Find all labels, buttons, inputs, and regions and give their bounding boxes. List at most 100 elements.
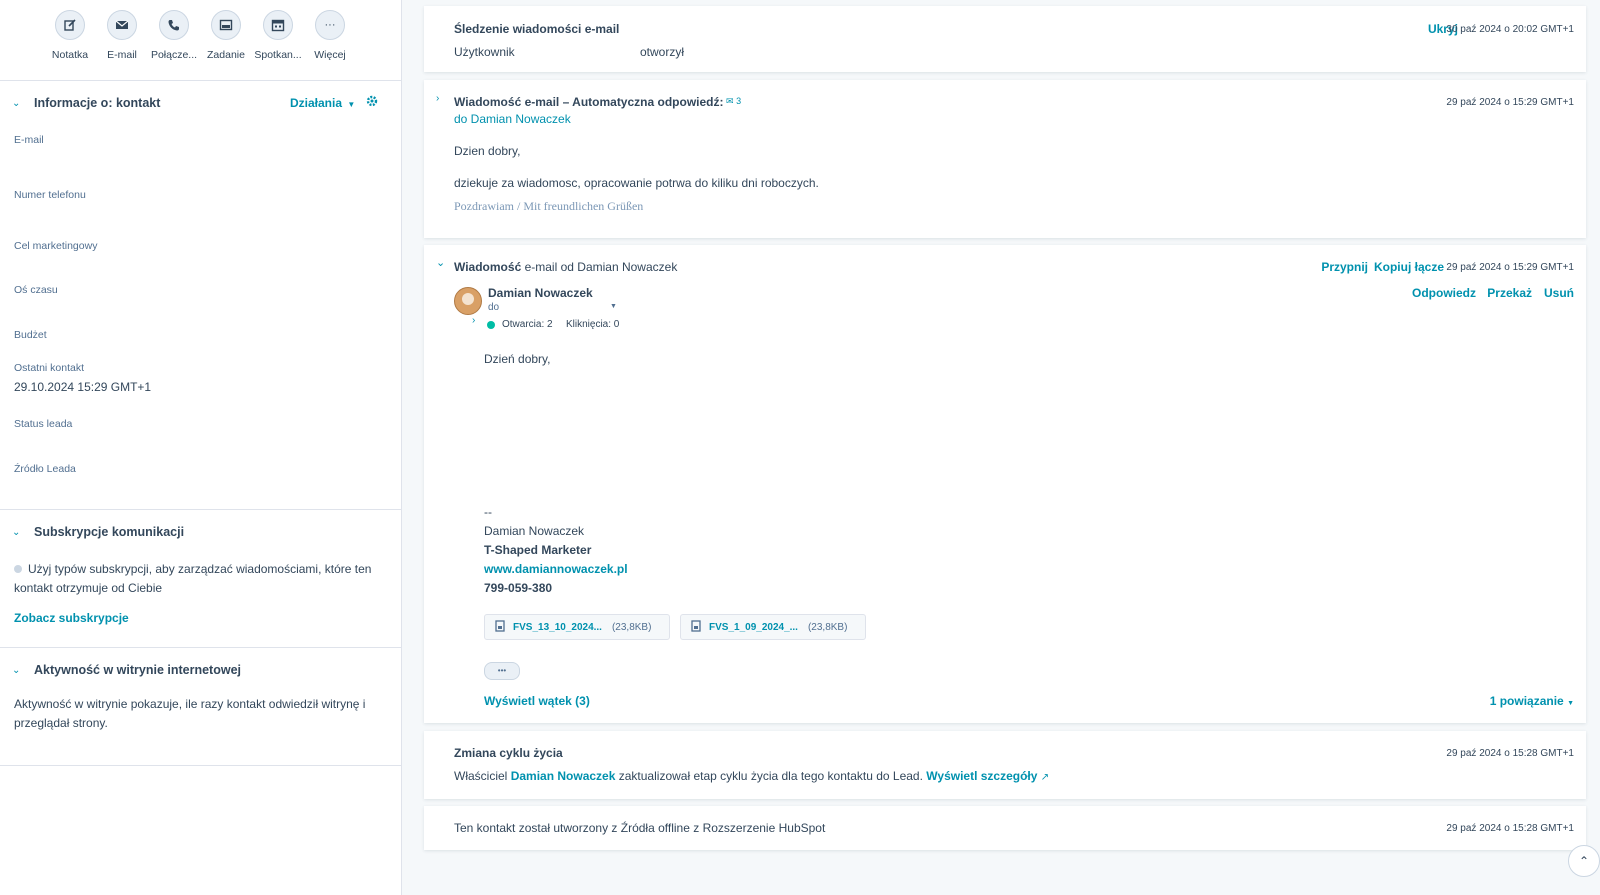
- task-button[interactable]: Zadanie: [200, 10, 252, 61]
- chevron-down-icon: ⌄: [12, 97, 21, 109]
- signature-name: Damian Nowaczek: [484, 524, 585, 538]
- tracking-action: otworzył: [640, 45, 685, 59]
- actions-dropdown[interactable]: Działania ▼: [290, 96, 355, 110]
- timestamp: 30 paź 2024 o 20:02 GMT+1: [1446, 24, 1574, 35]
- gear-icon[interactable]: [366, 95, 378, 110]
- view-details-link[interactable]: Wyświetl szczegóły: [926, 769, 1037, 783]
- chevron-down-icon: ⌄: [12, 526, 21, 538]
- task-icon: [211, 10, 241, 40]
- field-label-timeline: Oś czasu: [14, 284, 58, 296]
- more-button[interactable]: ··· Więcej: [304, 10, 356, 61]
- card-title[interactable]: Wiadomość e-mail – Automatyczna odpowied…: [454, 95, 723, 109]
- email-button[interactable]: E-mail: [96, 10, 148, 61]
- scroll-to-top-button[interactable]: ⌃: [1568, 845, 1600, 877]
- signature-website-link[interactable]: www.damiannowaczek.pl: [484, 562, 628, 576]
- chevron-up-icon: ⌃: [1578, 854, 1590, 868]
- associations-dropdown[interactable]: 1 powiązanie ▼: [1490, 694, 1574, 708]
- web-activity-header[interactable]: ⌄ Aktywność w witrynie internetowej: [12, 663, 241, 677]
- field-label-last-contact: Ostatni kontakt: [14, 362, 85, 374]
- field-label-phone: Numer telefonu: [14, 189, 86, 201]
- web-activity-text: Aktywność w witrynie pokazuje, ile razy …: [14, 695, 365, 733]
- body-line: Dzien dobry,: [454, 144, 521, 158]
- forward-button[interactable]: Przekaż: [1487, 286, 1532, 300]
- calendar-icon: [263, 10, 293, 40]
- field-value-last-contact[interactable]: 29.10.2024 15:29 GMT+1: [14, 380, 151, 394]
- view-thread-link[interactable]: Wyświetl wątek (3): [484, 694, 590, 708]
- tracking-user-label: Użytkownik: [454, 45, 515, 59]
- divider: [0, 765, 401, 766]
- call-button[interactable]: Połącze...: [148, 10, 200, 61]
- timestamp: 29 paź 2024 o 15:29 GMT+1: [1446, 262, 1574, 273]
- divider: [0, 509, 401, 510]
- subscriptions-header[interactable]: ⌄ Subskrypcje komunikacji: [12, 525, 184, 539]
- file-icon: [495, 619, 505, 635]
- status-dot: [14, 565, 22, 573]
- attachment-chip[interactable]: FVS_13_10_2024... (23,8KB): [484, 614, 670, 640]
- chevron-right-icon[interactable]: ›: [472, 315, 475, 326]
- auto-reply-card: › Wiadomość e-mail – Automatyczna odpowi…: [424, 80, 1586, 238]
- file-icon: [691, 619, 701, 635]
- divider: [0, 647, 401, 648]
- signature-phone: 799-059-380: [484, 581, 553, 595]
- clicks-count: Kliknięcia: 0: [566, 319, 620, 330]
- caret-down-icon: ▼: [1567, 700, 1574, 707]
- contact-info-header[interactable]: ⌄ Informacje o: kontakt: [12, 96, 160, 110]
- avatar[interactable]: [454, 287, 482, 315]
- subscriptions-text-line2: kontakt otrzymuje od Ciebie: [14, 581, 163, 595]
- web-activity-text-line2: przeglądał strony.: [14, 716, 108, 730]
- card-title: Zmiana cyklu życia: [454, 746, 563, 760]
- meeting-button[interactable]: Spotkan...: [252, 10, 304, 61]
- card-title[interactable]: Wiadomość e-mail od Damian Nowaczek: [454, 260, 677, 274]
- attachment-size: (23,8KB): [807, 621, 848, 633]
- attachment-size: (23,8KB): [611, 621, 652, 633]
- attachment-chip[interactable]: FVS_1_09_2024_... (23,8KB): [680, 614, 866, 640]
- chevron-down-icon[interactable]: ⌄: [436, 256, 445, 269]
- delete-button[interactable]: Usuń: [1544, 286, 1574, 300]
- view-subscriptions-link[interactable]: Zobacz subskrypcje: [14, 611, 129, 625]
- phone-icon: [159, 10, 189, 40]
- attachment-name: FVS_1_09_2024_...: [709, 621, 798, 633]
- email-greeting: Dzień dobry,: [484, 352, 551, 366]
- reply-button[interactable]: Odpowiedz: [1412, 286, 1476, 300]
- field-label-budget: Budżet: [14, 329, 47, 341]
- copy-link[interactable]: Kopiuj łącze: [1374, 260, 1444, 274]
- sidebar: Notatka E-mail Połącze... Zadanie Spotka…: [0, 0, 402, 895]
- sender-name[interactable]: Damian Nowaczek: [488, 286, 593, 300]
- field-label-email: E-mail: [14, 134, 44, 146]
- more-label: Więcej: [314, 49, 346, 61]
- more-icon: ···: [315, 10, 345, 40]
- timestamp: 29 paź 2024 o 15:28 GMT+1: [1446, 748, 1574, 759]
- timestamp: 29 paź 2024 o 15:28 GMT+1: [1446, 823, 1574, 834]
- note-button[interactable]: Notatka: [44, 10, 96, 61]
- actions-dropdown-label: Działania: [290, 96, 343, 110]
- attachment-name: FVS_13_10_2024...: [513, 621, 602, 633]
- body-line: dziekuje za wiadomosc, opracowanie potrw…: [454, 176, 819, 190]
- chevron-right-icon[interactable]: ›: [436, 93, 439, 104]
- email-label: E-mail: [107, 49, 137, 61]
- lifecycle-card: Zmiana cyklu życia 29 paź 2024 o 15:28 G…: [424, 731, 1586, 799]
- meeting-label: Spotkan...: [254, 49, 302, 61]
- web-activity-title: Aktywność w witrynie internetowej: [34, 663, 241, 677]
- email-tracking-card: Śledzenie wiadomości e-mail Użytkownik o…: [424, 6, 1586, 72]
- external-link-icon[interactable]: ↗: [1041, 772, 1049, 783]
- contact-info-title: Informacje o: kontakt: [34, 96, 161, 110]
- email-card: ⌄ Wiadomość e-mail od Damian Nowaczek Pr…: [424, 245, 1586, 723]
- opens-count: Otwarcia: 2: [502, 319, 553, 330]
- associations-label: 1 powiązanie: [1489, 694, 1564, 708]
- signature-title: T-Shaped Marketer: [484, 543, 592, 557]
- subscriptions-title: Subskrypcje komunikacji: [34, 525, 185, 539]
- owner-link[interactable]: Damian Nowaczek: [511, 769, 616, 783]
- divider: [0, 80, 401, 81]
- lifecycle-text-body: zaktualizował etap cyklu życia dla tego …: [618, 769, 923, 783]
- open-status-dot: [487, 321, 495, 329]
- quick-actions: Notatka E-mail Połącze... Zadanie Spotka…: [44, 10, 356, 61]
- envelope-icon: [107, 10, 137, 40]
- pin-link[interactable]: Przypnij: [1321, 260, 1368, 274]
- card-title-bold: Wiadomość: [454, 260, 522, 274]
- contact-created-card: Ten kontakt został utworzony z Źródła of…: [424, 806, 1586, 850]
- web-activity-text-line1: Aktywność w witrynie pokazuje, ile razy …: [14, 697, 366, 711]
- caret-down-icon[interactable]: ▼: [610, 303, 617, 310]
- body-line-faded: Pozdrawiam / Mit freundlichen Grüßen: [454, 199, 644, 213]
- expand-more-button[interactable]: •••: [484, 662, 520, 680]
- note-label: Notatka: [51, 49, 89, 61]
